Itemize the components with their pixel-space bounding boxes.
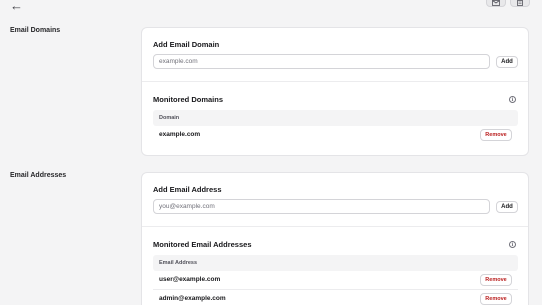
table-row: admin@example.com Remove — [153, 291, 518, 305]
domain-input[interactable]: example.com — [153, 54, 490, 69]
row-divider — [153, 289, 518, 290]
monitored-email-addresses-title: Monitored Email Addresses — [153, 240, 252, 249]
email-address-input-placeholder: you@example.com — [159, 203, 215, 210]
monitored-domains-title: Monitored Domains — [153, 95, 224, 104]
remove-domain-button[interactable]: Remove — [480, 129, 512, 141]
divider — [142, 226, 528, 227]
email-addresses-card: Add Email Address you@example.com Add Mo… — [141, 172, 529, 305]
info-icon[interactable]: i — [509, 96, 516, 103]
email-address-value: admin@example.com — [159, 295, 226, 302]
email-address-column-header: Email Address — [153, 255, 518, 271]
mail-icon — [492, 0, 500, 6]
document-icon-button[interactable] — [510, 0, 530, 7]
back-arrow-icon[interactable]: ← — [10, 0, 23, 12]
domain-column-header: Domain — [153, 110, 518, 126]
remove-email-address-button[interactable]: Remove — [480, 293, 512, 305]
domain-input-placeholder: example.com — [159, 58, 198, 65]
table-row: user@example.com Remove — [153, 272, 518, 290]
email-address-input[interactable]: you@example.com — [153, 199, 490, 214]
add-email-address-button[interactable]: Add — [496, 201, 518, 213]
divider — [142, 81, 528, 82]
mail-icon-button[interactable] — [486, 0, 506, 7]
email-addresses-section-label: Email Addresses — [10, 172, 67, 179]
add-email-address-title: Add Email Address — [153, 185, 222, 194]
email-domains-card: Add Email Domain example.com Add Monitor… — [141, 27, 529, 156]
table-row: example.com Remove — [153, 127, 518, 145]
domain-value: example.com — [159, 131, 201, 138]
add-email-domain-title: Add Email Domain — [153, 40, 220, 49]
document-icon — [517, 0, 523, 6]
info-icon[interactable]: i — [509, 241, 516, 248]
remove-email-address-button[interactable]: Remove — [480, 274, 512, 286]
email-domains-section-label: Email Domains — [10, 27, 61, 34]
email-address-value: user@example.com — [159, 276, 221, 283]
add-domain-button[interactable]: Add — [496, 56, 518, 68]
